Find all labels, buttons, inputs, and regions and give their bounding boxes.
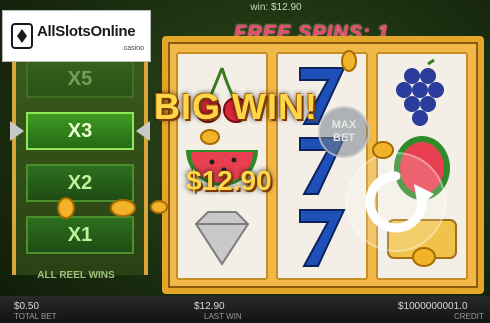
grapes-icon — [396, 58, 444, 126]
coin-icon — [341, 50, 357, 72]
arrow-left-icon — [136, 121, 150, 141]
coin-icon — [200, 129, 220, 145]
card-icon — [11, 23, 33, 49]
last-win-label: LAST WIN — [204, 312, 242, 321]
multiplier-ladder: X5 X3 X2 X1 — [10, 50, 150, 275]
diamond-icon — [194, 211, 250, 266]
total-bet-label: TOTAL BET — [14, 312, 57, 321]
top-win-display: win: $12.90 — [250, 2, 302, 13]
total-bet-value: $0.50 — [14, 301, 40, 312]
max-bet-button[interactable]: MAX BET — [318, 106, 370, 158]
coin-icon — [150, 200, 168, 214]
big-win-title: BIG WIN! — [154, 86, 318, 127]
multiplier-x3-label: X3 — [67, 120, 93, 142]
multiplier-x3: X3 — [10, 112, 150, 150]
spin-icon — [365, 171, 434, 233]
bottom-bar: $0.50 TOTAL BET $12.90 LAST WIN $1000000… — [0, 296, 490, 323]
ladder-caption: ALL REEL WINS — [37, 270, 115, 281]
credit-value: $1000000001.0 — [398, 301, 468, 312]
spin-button[interactable] — [346, 152, 446, 252]
max-bet-line1: MAX — [331, 119, 357, 131]
coin-icon — [372, 141, 394, 159]
multiplier-x5: X5 — [26, 60, 134, 98]
logo-sub: .casino — [121, 45, 144, 52]
multiplier-x1: X1 — [26, 216, 134, 254]
arrow-right-icon — [10, 121, 24, 141]
casino-logo: AllSlotsOnline .casino — [2, 10, 151, 62]
win-amount: $12.90 — [186, 165, 272, 196]
max-bet-line2: BET — [333, 132, 355, 144]
multiplier-x2: X2 — [26, 164, 134, 202]
coin-icon — [110, 199, 136, 217]
last-win-value: $12.90 — [194, 301, 225, 312]
slot-game: win: $12.90 FREE SPINS: 1 X5 X3 X2 X1 AL… — [0, 0, 490, 323]
coin-icon — [57, 197, 75, 219]
logo-brand: AllSlotsOnline — [37, 23, 136, 40]
credit-label: CREDIT — [454, 312, 484, 321]
coin-icon — [412, 247, 436, 267]
